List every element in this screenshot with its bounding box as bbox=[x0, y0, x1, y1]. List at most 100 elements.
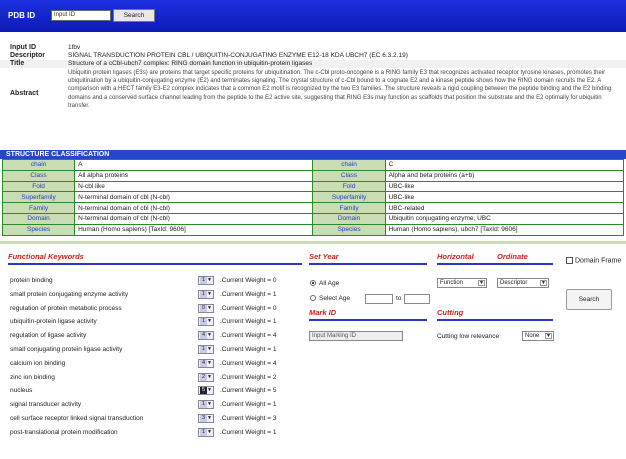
keyword-label: zinc ion binding bbox=[10, 373, 55, 381]
dropdown-arrow-icon: ▼ bbox=[207, 290, 212, 297]
current-weight-value: 2 bbox=[272, 373, 277, 381]
keyword-label: nucleus bbox=[10, 387, 33, 395]
current-weight-prefix: .Current Weight = bbox=[220, 346, 273, 353]
structure-field-label: Domain bbox=[312, 212, 386, 225]
pdb-id-input[interactable]: Input ID bbox=[51, 10, 111, 21]
abstract-label: Abstract bbox=[10, 90, 39, 97]
keyword-label: ubiquitin-protein ligase activity bbox=[10, 318, 97, 326]
structure-field-label: chain bbox=[312, 159, 386, 171]
structure-field-value: UBC-related bbox=[384, 202, 625, 214]
axis-underline bbox=[437, 263, 553, 265]
keyword-weight-select[interactable]: 3 ▼ bbox=[198, 414, 214, 423]
structure-row: chain Achain C bbox=[1, 159, 625, 171]
keyword-weight-select[interactable]: 2 ▼ bbox=[198, 372, 214, 382]
structure-field-value: UBC-like bbox=[384, 180, 625, 193]
checkbox-icon bbox=[566, 257, 573, 264]
structure-field-label: Species bbox=[1, 223, 76, 236]
current-weight-text: .Current Weight = 0 bbox=[220, 305, 276, 312]
cutting-heading: Cutting bbox=[437, 308, 464, 317]
keyword-weight-select[interactable]: 0 ▼ bbox=[198, 303, 214, 313]
structure-field-value: Human (Homo sapiens), ubch7 [TaxId: 9606… bbox=[384, 223, 625, 236]
keyword-label: cell surface receptor linked signal tran… bbox=[10, 415, 144, 422]
current-weight-value: 1 bbox=[272, 318, 277, 326]
functional-underline bbox=[8, 263, 302, 265]
abstract-row: Abstract Ubiquitin protein ligases (E3s)… bbox=[0, 68, 626, 109]
structure-field-value: N-terminal domain of cbl (N-cbl) bbox=[74, 202, 314, 214]
mark-id-input[interactable]: Input Marking ID bbox=[309, 331, 403, 341]
structure-field-label: Domain bbox=[1, 212, 76, 225]
dropdown-arrow-icon: ▼ bbox=[207, 415, 212, 421]
current-weight-text: .Current Weight = 1 bbox=[220, 291, 276, 298]
keyword-weight-select[interactable]: 1 ▼ bbox=[198, 345, 214, 354]
functional-keywords-heading: Functional Keywords bbox=[8, 252, 84, 261]
current-weight-value: 1 bbox=[272, 401, 277, 409]
current-weight-text: .Current Weight = 4 bbox=[220, 360, 276, 367]
domain-frame-checkbox[interactable]: Domain Frame bbox=[566, 257, 621, 264]
current-weight-text: .Current Weight = 5 bbox=[220, 387, 276, 394]
entry-info: Input ID 1fbv Descriptor SIGNAL TRANSDUC… bbox=[0, 44, 626, 109]
current-weight-value: 4 bbox=[272, 359, 277, 367]
ordinate-select[interactable]: Descriptor ▼ bbox=[497, 278, 549, 288]
structure-field-label: Class bbox=[312, 169, 386, 182]
structure-field-label: Superfamily bbox=[1, 191, 76, 204]
current-weight-text: .Current Weight = 0 bbox=[220, 277, 276, 284]
current-weight-prefix: .Current Weight = bbox=[220, 428, 273, 436]
current-weight-prefix: .Current Weight = bbox=[220, 373, 273, 381]
current-weight-text: .Current Weight = 3 bbox=[220, 415, 276, 422]
current-weight-value: 0 bbox=[272, 304, 277, 312]
domain-frame-label: Domain Frame bbox=[575, 257, 622, 265]
keyword-weight-select[interactable]: 1 ▼ bbox=[198, 427, 214, 437]
top-search-button[interactable]: Search bbox=[113, 9, 155, 22]
cutting-label: Cutting low relevance bbox=[437, 333, 500, 340]
ordinate-select-value: Descriptor bbox=[500, 280, 528, 286]
cutting-select[interactable]: None ▼ bbox=[522, 331, 554, 341]
title-label: Title bbox=[10, 60, 25, 67]
structure-field-label: Class bbox=[1, 169, 76, 182]
select-age-radio[interactable]: Select Age bbox=[310, 295, 350, 302]
descriptor-row: Descriptor SIGNAL TRANSDUCTION PROTEIN C… bbox=[0, 52, 626, 60]
title-value: Structure of a cCbl-ubch7 complex: RING … bbox=[68, 60, 313, 67]
keyword-label: small conjugating protein ligase activit… bbox=[10, 346, 123, 353]
current-weight-prefix: .Current Weight = bbox=[220, 332, 273, 340]
current-weight-value: 4 bbox=[272, 332, 277, 340]
current-weight-text: .Current Weight = 4 bbox=[220, 332, 276, 339]
pdb-id-label: PDB ID bbox=[8, 11, 36, 20]
horizontal-select-value: Function bbox=[440, 280, 464, 286]
input-id-label: Input ID bbox=[10, 44, 37, 51]
structure-field-value: A bbox=[74, 159, 314, 171]
keyword-weight-select[interactable]: 4 ▼ bbox=[198, 331, 214, 341]
structure-field-value: Ubiquitin conjugating enzyme, UBC bbox=[384, 212, 625, 225]
title-row: Title Structure of a cCbl-ubch7 complex:… bbox=[0, 60, 626, 68]
age-to-input[interactable] bbox=[404, 294, 430, 304]
current-weight-value: 1 bbox=[272, 346, 277, 353]
structure-row: Species Human (Homo sapiens) [TaxId: 9606… bbox=[1, 223, 625, 236]
keyword-weight-select[interactable]: 1 ▼ bbox=[198, 276, 214, 285]
keyword-weight-select[interactable]: 1 ▼ bbox=[198, 289, 214, 299]
current-weight-text: .Current Weight = 1 bbox=[220, 346, 276, 353]
all-age-radio[interactable]: All Age bbox=[310, 280, 339, 287]
dropdown-arrow-icon: ▼ bbox=[207, 373, 212, 380]
structure-classification-heading: STRUCTURE CLASSIFICATION bbox=[0, 150, 626, 159]
current-weight-prefix: .Current Weight = bbox=[220, 401, 273, 409]
keyword-label: small protein conjugating enzyme activit… bbox=[10, 290, 129, 298]
structure-field-label: Family bbox=[312, 202, 386, 214]
dropdown-arrow-icon: ▼ bbox=[207, 401, 212, 408]
keyword-label: post-translational protein modification bbox=[10, 428, 118, 436]
structure-field-value: C bbox=[384, 159, 625, 171]
set-year-heading: Set Year bbox=[309, 252, 339, 261]
radio-selected-icon bbox=[310, 280, 316, 287]
horizontal-heading: Horizontal bbox=[437, 252, 474, 261]
dropdown-arrow-icon: ▼ bbox=[207, 387, 212, 394]
structure-field-label: Superfamily bbox=[312, 191, 386, 204]
keyword-weight-select[interactable]: 4 ▼ bbox=[198, 358, 214, 368]
keyword-label: protein binding bbox=[10, 277, 53, 284]
keyword-weight-select[interactable]: 5 ▼ bbox=[198, 386, 214, 396]
dropdown-arrow-icon: ▼ bbox=[207, 332, 212, 339]
cutting-select-value: None bbox=[525, 333, 540, 339]
horizontal-select[interactable]: Function ▼ bbox=[437, 278, 487, 288]
keyword-weight-select[interactable]: 1 ▼ bbox=[198, 317, 214, 327]
keyword-weight-select[interactable]: 1 ▼ bbox=[198, 400, 214, 410]
search-button[interactable]: Search bbox=[566, 289, 612, 310]
age-from-input[interactable] bbox=[365, 294, 393, 304]
mark-id-heading: Mark ID bbox=[309, 308, 337, 317]
